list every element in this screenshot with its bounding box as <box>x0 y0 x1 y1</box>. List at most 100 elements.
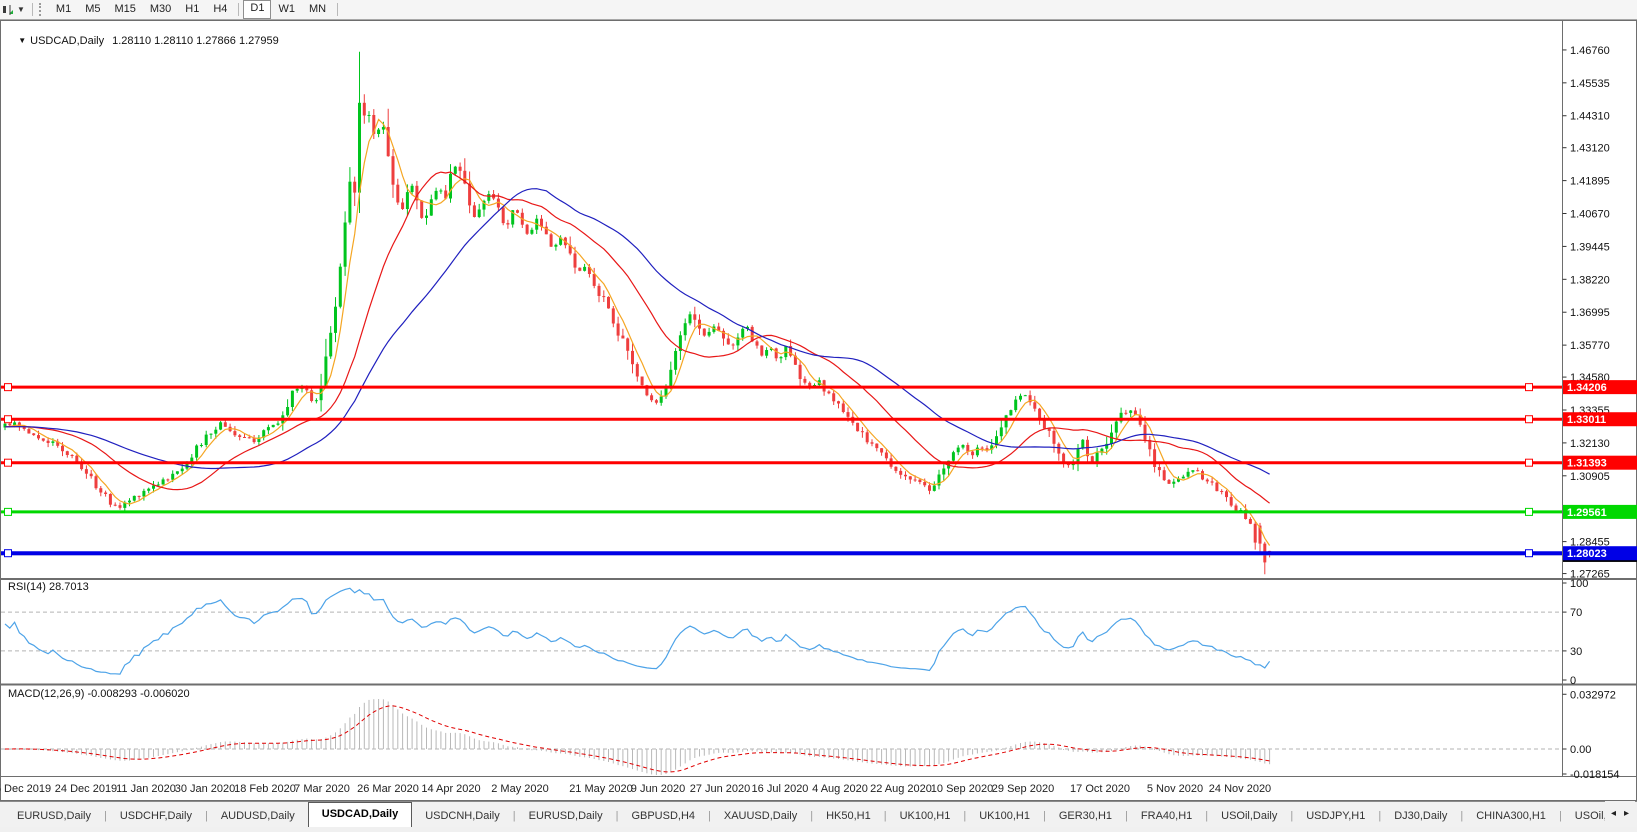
chart-canvas[interactable]: 1.46760 1.45535 1.44310 1.43120 1.41895 1.406… <box>0 0 1637 832</box>
tab-uk100-h1[interactable]: UK100,H1 <box>887 805 964 827</box>
tab-xauusd-daily[interactable]: XAUUSD,Daily <box>711 805 810 827</box>
rsi-tick-label: 30 <box>1570 646 1582 658</box>
date-tick-label: 22 Aug 2020 <box>870 783 932 795</box>
date-tick-label: 4 Aug 2020 <box>812 783 868 795</box>
timeframe-button-m1[interactable]: M1 <box>49 1 78 18</box>
date-tick-label: 18 Feb 2020 <box>234 783 296 795</box>
chart-tool-icon[interactable]: ▼ <box>0 1 28 18</box>
tab-fra40-h1[interactable]: FRA40,H1 <box>1128 805 1205 827</box>
tab-usoil-daily[interactable]: USOil,Daily <box>1208 805 1290 827</box>
hline-handle[interactable] <box>1526 508 1533 515</box>
rsi-tick-label: 100 <box>1570 578 1588 590</box>
date-tick-label: 9 Jun 2020 <box>631 783 685 795</box>
date-tick-label: 7 Mar 2020 <box>294 783 350 795</box>
hline-handle[interactable] <box>5 508 12 515</box>
tab-hk50-h1[interactable]: HK50,H1 <box>813 805 884 827</box>
date-tick-label: 11 Jan 2020 <box>116 783 176 795</box>
date-tick-label: 17 Oct 2020 <box>1070 783 1130 795</box>
symbol-period-label: USDCAD,Daily <box>30 35 104 47</box>
price-tick-label: 1.36995 <box>1570 307 1610 319</box>
rsi-indicator-label: RSI(14) 28.7013 <box>8 581 89 593</box>
date-tick-label: 29 Sep 2020 <box>992 783 1054 795</box>
date-tick-label: 5 Nov 2020 <box>1147 783 1203 795</box>
tab-usdjpy-h1[interactable]: USDJPY,H1 <box>1293 805 1378 827</box>
hline-handle[interactable] <box>1526 550 1533 557</box>
date-tick-label: 27 Jun 2020 <box>690 783 751 795</box>
date-tick-label: 24 Dec 2019 <box>55 783 117 795</box>
date-tick-label: 10 Sep 2020 <box>931 783 993 795</box>
price-tick-label: 1.30905 <box>1570 471 1610 483</box>
hline-price-badge: 1.31393 <box>1567 458 1607 470</box>
price-tick-label: 1.46760 <box>1570 45 1610 57</box>
macd-tick-label: 0.00 <box>1570 744 1591 756</box>
price-tick-label: 1.32130 <box>1570 438 1610 450</box>
tab-uk100-h1[interactable]: UK100,H1 <box>966 805 1043 827</box>
macd-tick-label: -0.018154 <box>1570 769 1620 781</box>
timeframe-button-mn[interactable]: MN <box>302 1 333 18</box>
macd-tick-label: 0.032972 <box>1570 689 1616 701</box>
tab-usdcad-daily[interactable]: USDCAD,Daily <box>308 802 412 827</box>
hline-handle[interactable] <box>1526 459 1533 466</box>
date-tick-label: 21 May 2020 <box>569 783 633 795</box>
toolbar-separator <box>238 3 239 16</box>
macd-indicator-label: MACD(12,26,9) -0.008293 -0.006020 <box>8 688 190 700</box>
date-tick-label: 2 May 2020 <box>491 783 548 795</box>
tab-dj30-daily[interactable]: DJ30,Daily <box>1381 805 1460 827</box>
timeframe-button-w1[interactable]: W1 <box>271 1 302 18</box>
tab-gbpusd-h4[interactable]: GBPUSD,H4 <box>618 805 708 827</box>
rsi-tick-label: 0 <box>1570 675 1576 687</box>
tab-usdcnh-daily[interactable]: USDCNH,Daily <box>412 805 513 827</box>
timeframe-button-m30[interactable]: M30 <box>143 1 178 18</box>
date-axis[interactable]: 5 Dec 2019 24 Dec 201911 Jan 202030 Jan 2… <box>0 783 1271 795</box>
toolbar-grip[interactable] <box>39 3 44 16</box>
chevron-down-icon: ▼ <box>17 5 25 14</box>
timeframe-buttons: M1M5M15M30H1H4 D1W1MN <box>49 0 342 19</box>
price-tick-label: 1.44310 <box>1570 111 1610 123</box>
one-click-expand-icon[interactable]: ▼ <box>18 36 26 45</box>
price-tick-label: 1.39445 <box>1570 241 1610 253</box>
tab-audusd-daily[interactable]: AUDUSD,Daily <box>208 805 308 827</box>
hline-handle[interactable] <box>5 459 12 466</box>
price-tick-label: 1.38220 <box>1570 274 1610 286</box>
timeframe-button-h1[interactable]: H1 <box>178 1 206 18</box>
price-tick-label: 1.35770 <box>1570 340 1610 352</box>
hline-price-badge: 1.34206 <box>1567 382 1607 394</box>
tab-usdchf-daily[interactable]: USDCHF,Daily <box>107 805 205 827</box>
toolbar-separator <box>337 3 338 16</box>
hline-handle[interactable] <box>1526 416 1533 423</box>
ohlc-values: 1.28110 1.28110 1.27866 1.27959 <box>112 35 279 47</box>
hline-handle[interactable] <box>5 416 12 423</box>
tab-scroll-right-icon[interactable]: ▸ <box>1624 808 1629 819</box>
hline-handle[interactable] <box>5 384 12 391</box>
hline-price-badge: 1.29561 <box>1567 507 1607 519</box>
candles-tool-icon <box>1 3 15 17</box>
toolbar-separator <box>32 3 33 16</box>
tab-scroll-left-icon[interactable]: ◂ <box>1611 808 1616 819</box>
timeframe-button-d1[interactable]: D1 <box>243 0 271 19</box>
chart-title: ▼ USDCAD,Daily 1.28110 1.28110 1.27866 1.2… <box>6 23 279 59</box>
hline-handle[interactable] <box>5 550 12 557</box>
timeframe-button-m5[interactable]: M5 <box>78 1 107 18</box>
tab-china300-h1[interactable]: CHINA300,H1 <box>1463 805 1559 827</box>
price-tick-label: 1.43120 <box>1570 143 1610 155</box>
date-tick-label: 24 Nov 2020 <box>1209 783 1271 795</box>
price-tick-label: 1.41895 <box>1570 176 1610 188</box>
tab-ger30-h1[interactable]: GER30,H1 <box>1046 805 1125 827</box>
date-tick-label: 14 Apr 2020 <box>421 783 480 795</box>
tab-scroll-arrows: ◂ ▸ <box>1605 801 1635 826</box>
symbol-tab-bar: EURUSD,Daily|USDCHF,Daily|AUDUSD,DailyUS… <box>0 801 1637 827</box>
timeframe-button-h4[interactable]: H4 <box>206 1 234 18</box>
mt4-window: ▼ M1M5M15M30H1H4D1W1MN 1.467601.455351.4… <box>0 0 1637 832</box>
date-tick-label: 30 Jan 2020 <box>175 783 236 795</box>
rsi-tick-label: 70 <box>1570 607 1582 619</box>
price-tick-label: 1.40670 <box>1570 209 1610 221</box>
tab-eurusd-daily[interactable]: EURUSD,Daily <box>516 805 616 827</box>
date-tick-label: 5 Dec 2019 <box>0 783 51 795</box>
hline-price-badge: 1.28023 <box>1567 548 1607 560</box>
price-tick-label: 1.45535 <box>1570 78 1610 90</box>
timeframe-button-m15[interactable]: M15 <box>107 1 142 18</box>
hline-handle[interactable] <box>1526 384 1533 391</box>
date-tick-label: 26 Mar 2020 <box>357 783 419 795</box>
tab-eurusd-daily[interactable]: EURUSD,Daily <box>4 805 104 827</box>
timeframe-toolbar: ▼ M1M5M15M30H1H4 D1W1MN <box>0 0 1637 20</box>
